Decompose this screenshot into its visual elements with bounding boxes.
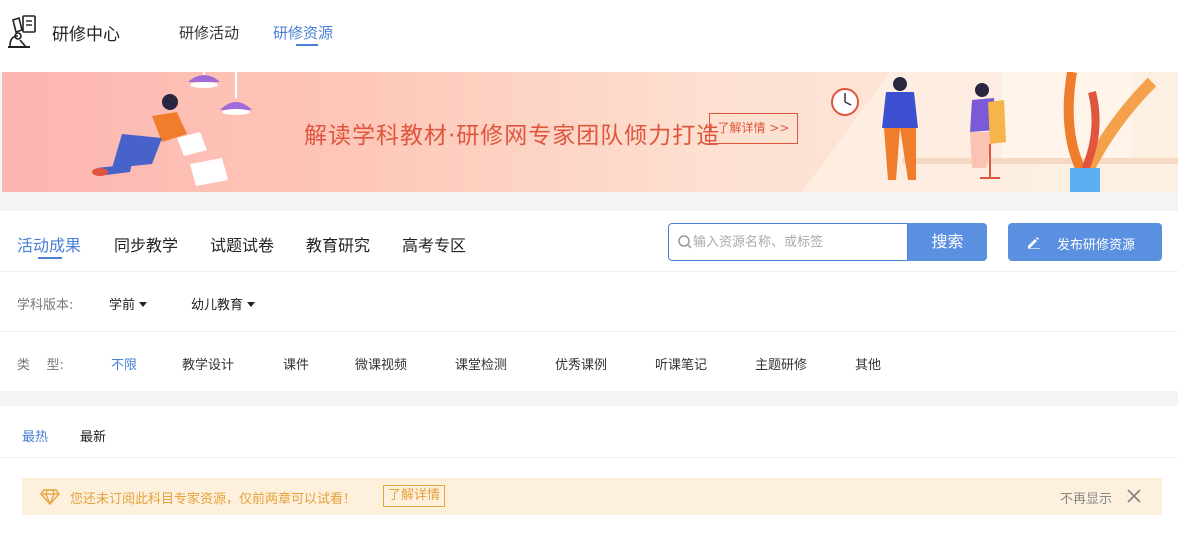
filter-panel: 活动成果 同步教学 试题试卷 教育研究 高考专区 搜索 发布研修资源 学科版本:… [0, 211, 1178, 391]
subscription-notice: 您还未订阅此科目专家资源，仅前两章可以试看！ 了解详情 不再显示 [22, 478, 1162, 515]
subject-version-label: 学科版本: [17, 298, 74, 313]
caret-down-icon [247, 302, 256, 307]
subject-dropdown[interactable]: 幼儿教育 [191, 294, 256, 313]
sort-hottest[interactable]: 最热 [22, 426, 48, 445]
type-micro-video[interactable]: 微课视频 [355, 354, 407, 373]
search-box [668, 223, 908, 261]
divider [0, 271, 1178, 272]
diamond-icon [40, 489, 60, 505]
notice-text: 您还未订阅此科目专家资源，仅前两章可以试看！ [70, 492, 357, 507]
tab-education-research[interactable]: 教育研究 [306, 232, 370, 256]
nav-resources[interactable]: 研修资源 [273, 22, 333, 43]
divider [0, 457, 1178, 458]
close-icon[interactable] [1126, 488, 1142, 504]
search-button[interactable]: 搜索 [908, 223, 987, 261]
type-courseware[interactable]: 课件 [283, 354, 309, 373]
divider [0, 331, 1178, 332]
notice-details-link[interactable]: 了解详情 [383, 485, 446, 507]
stage-dropdown[interactable]: 学前 [109, 294, 148, 313]
tab-exam-papers[interactable]: 试题试卷 [210, 232, 274, 256]
type-all[interactable]: 不限 [111, 354, 137, 373]
nav-active-indicator [296, 44, 318, 46]
banner-details-button[interactable]: 了解详情 >> [709, 113, 798, 144]
resource-list-panel: 最热 最新 您还未订阅此科目专家资源，仅前两章可以试看！ 了解详情 不再显示 [0, 406, 1178, 533]
promo-banner[interactable]: 解读学科教材·研修网专家团队倾力打造 了解详情 >> [2, 72, 1178, 192]
caret-down-icon [139, 302, 148, 307]
pencil-icon [1028, 237, 1040, 249]
tab-gaokao-zone[interactable]: 高考专区 [402, 232, 466, 256]
sort-newest[interactable]: 最新 [80, 426, 106, 445]
category-active-indicator [38, 257, 62, 259]
stage-dropdown-value: 学前 [109, 298, 136, 313]
nav-activities[interactable]: 研修活动 [179, 22, 239, 43]
publish-button-label: 发布研修资源 [1057, 238, 1136, 253]
type-themed-training[interactable]: 主题研修 [755, 354, 807, 373]
publish-resource-button[interactable]: 发布研修资源 [1008, 223, 1162, 261]
type-excellent-lesson[interactable]: 优秀课例 [555, 354, 607, 373]
subject-dropdown-value: 幼儿教育 [191, 298, 244, 313]
tab-activity-results[interactable]: 活动成果 [17, 232, 81, 256]
type-class-test[interactable]: 课堂检测 [455, 354, 507, 373]
search-icon [678, 235, 692, 249]
brand-title: 研修中心 [52, 25, 120, 45]
type-other[interactable]: 其他 [855, 354, 881, 373]
top-header: 研修中心 研修活动 研修资源 [0, 0, 1178, 72]
search-input[interactable] [693, 224, 905, 260]
tab-sync-teaching[interactable]: 同步教学 [114, 232, 178, 256]
type-teaching-design[interactable]: 教学设计 [182, 354, 234, 373]
banner-slogan: 解读学科教材·研修网专家团队倾力打造 [304, 123, 721, 149]
notice-dismiss-link[interactable]: 不再显示 [1060, 488, 1112, 507]
type-label: 类 型: [17, 358, 64, 373]
type-observation-notes[interactable]: 听课笔记 [655, 354, 707, 373]
microscope-logo-icon [8, 15, 36, 48]
